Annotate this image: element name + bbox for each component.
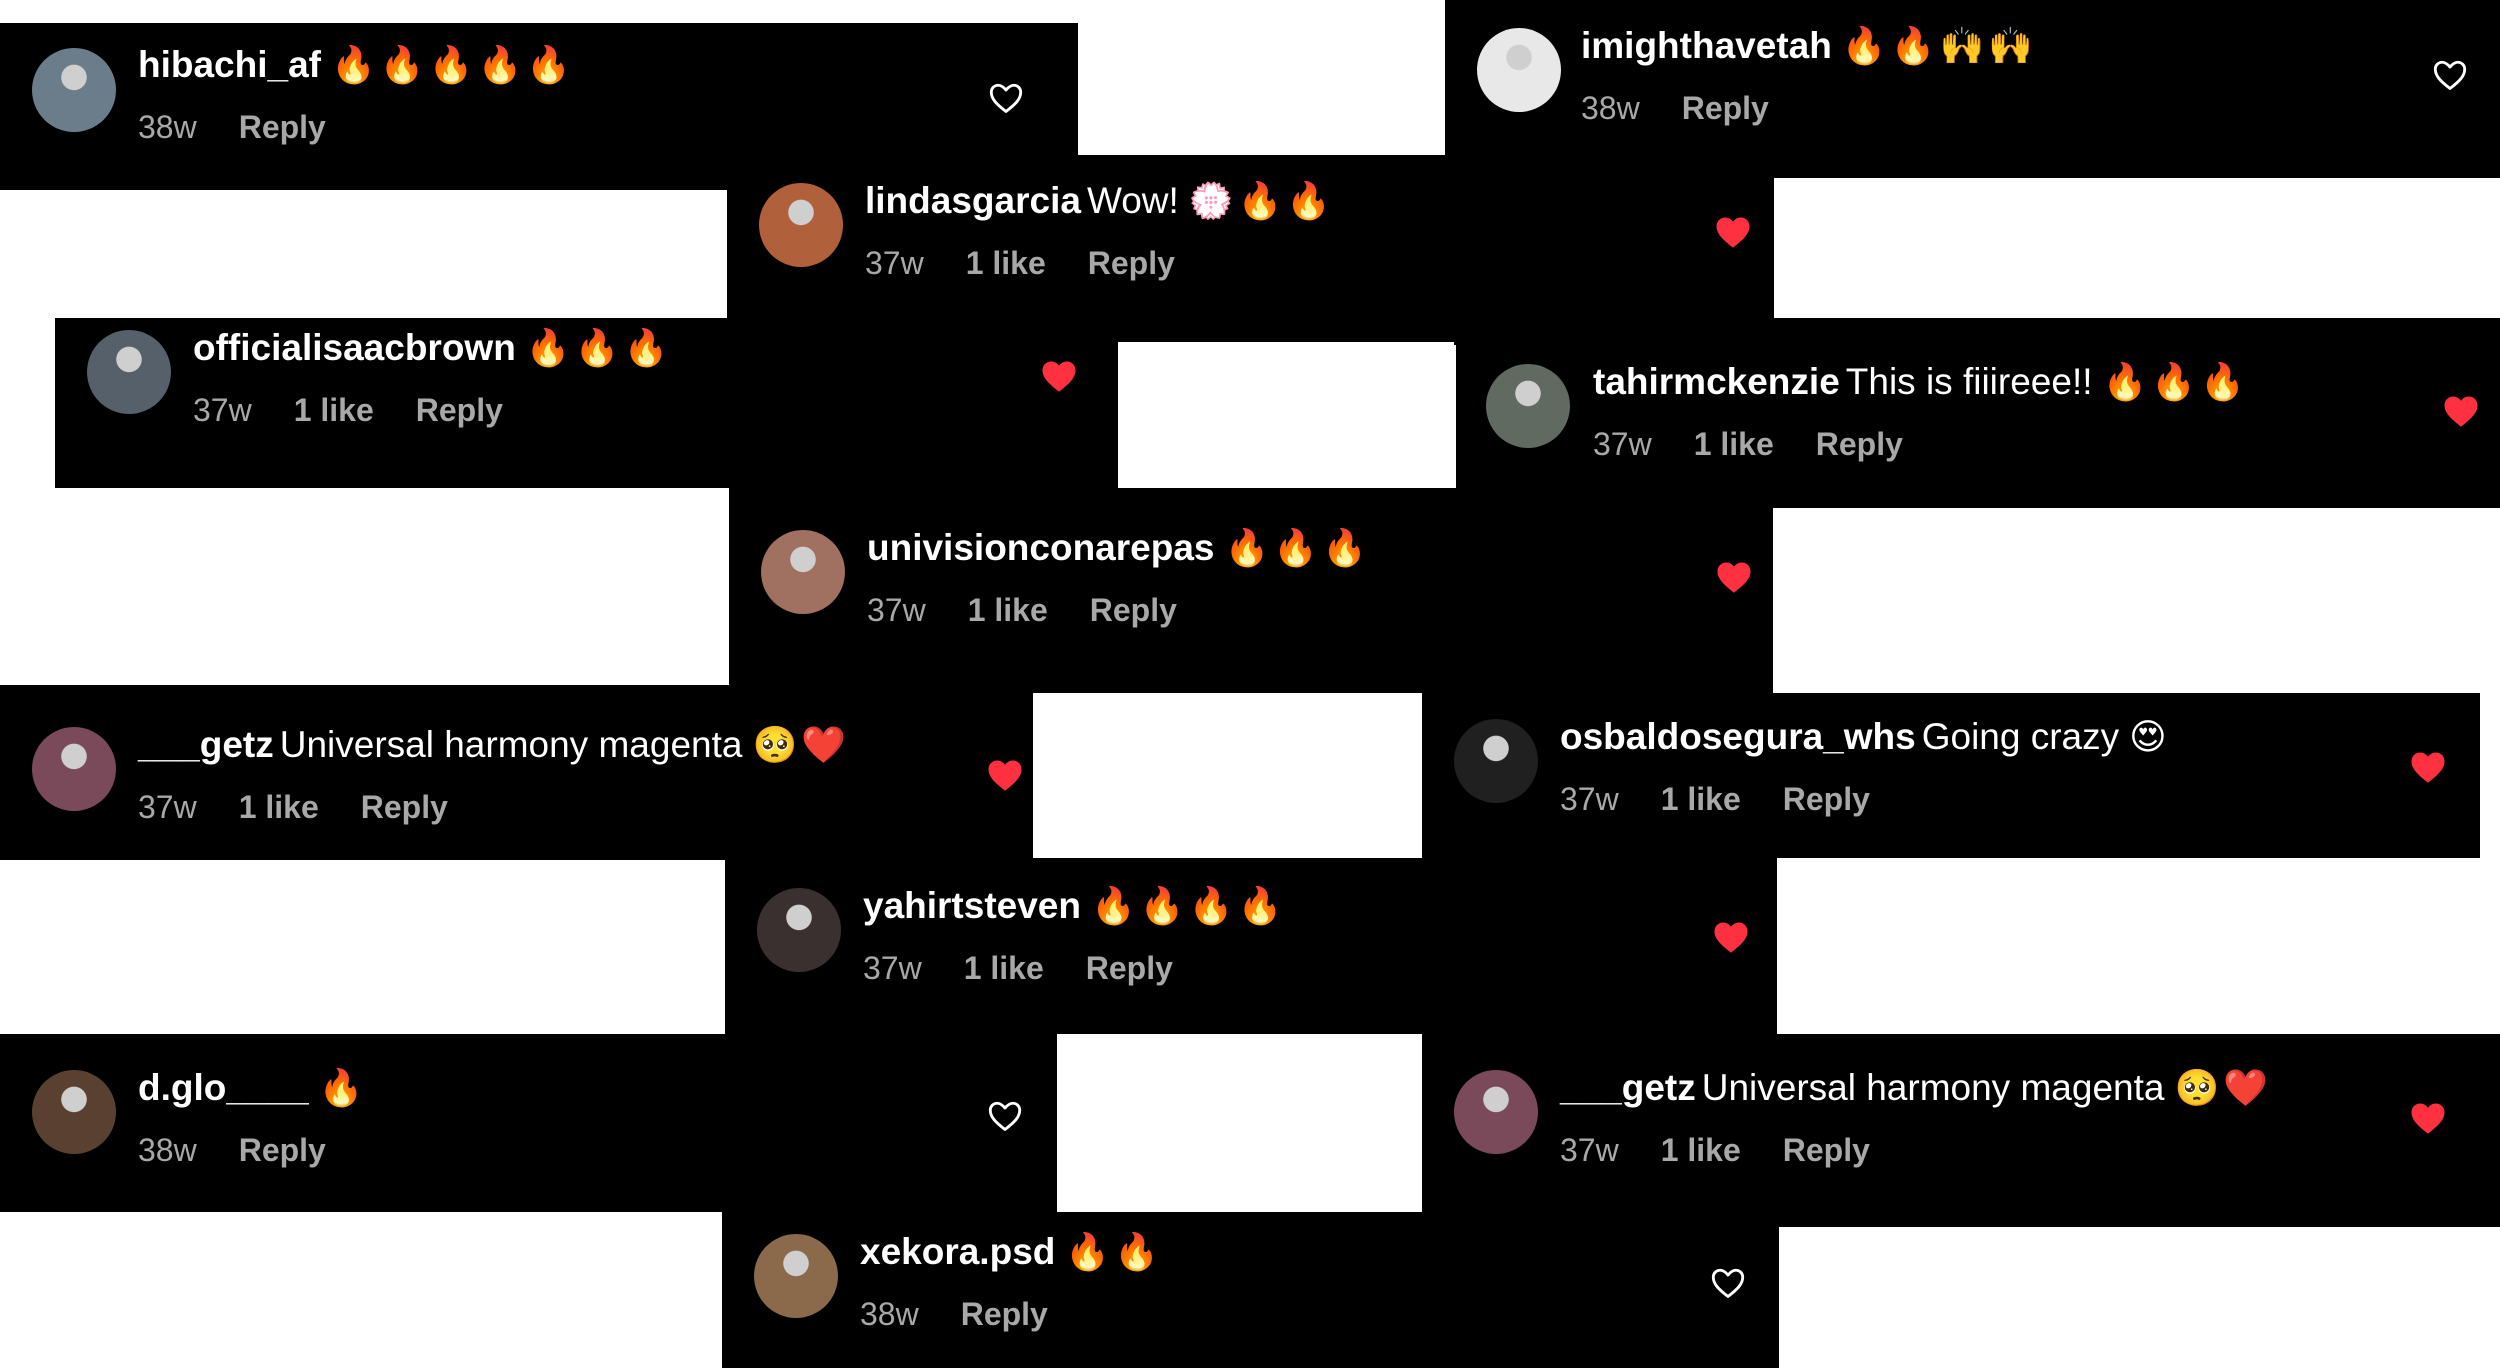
reply-button[interactable]: Reply [239, 1132, 326, 1168]
heart-filled-icon[interactable] [1715, 215, 1751, 249]
heart-filled-icon[interactable] [2410, 1101, 2446, 1135]
comment-username[interactable]: osbaldosegura_whs [1560, 716, 1916, 757]
comment-likes[interactable]: 1 like [239, 789, 319, 825]
white-block [1118, 342, 1454, 489]
reply-button[interactable]: Reply [1090, 592, 1177, 628]
reply-button[interactable]: Reply [1816, 426, 1903, 462]
comment-age: 38w [138, 1132, 197, 1168]
comment-username[interactable]: lindasgarcia [865, 180, 1081, 221]
avatar[interactable] [754, 1234, 838, 1318]
reply-button[interactable]: Reply [1086, 950, 1173, 986]
heart-outline-icon[interactable] [987, 1099, 1023, 1133]
comment-username[interactable]: imighthavetah [1581, 25, 1832, 66]
avatar[interactable] [32, 48, 116, 132]
comment-text: Universal harmony magenta [1701, 1067, 2165, 1108]
heart-filled-icon[interactable] [1041, 359, 1077, 393]
avatar[interactable] [32, 1070, 116, 1154]
heart-outline-icon[interactable] [988, 81, 1024, 115]
comment-card: ___getz Universal harmony magenta 🥺❤️ 37w 1… [0, 685, 1033, 860]
comment-username[interactable]: xekora.psd [860, 1231, 1055, 1272]
comment-text: Wow! [1086, 180, 1179, 221]
comment-emojis: 🔥🔥 [1065, 1231, 1164, 1272]
comment-text: Going crazy [1921, 716, 2120, 757]
comment-age: 38w [860, 1296, 919, 1332]
avatar[interactable] [759, 183, 843, 267]
comment-likes[interactable]: 1 like [964, 950, 1044, 986]
heart-outline-icon[interactable] [2432, 58, 2468, 92]
comment-card: d.glo____ 🔥 38w Reply [0, 1034, 1057, 1212]
comment-card: xekora.psd 🔥🔥 38w Reply [722, 1212, 1779, 1368]
comment-username[interactable]: d.glo____ [138, 1067, 309, 1108]
comment-age: 38w [1581, 90, 1640, 126]
comment-username[interactable]: yahirtsteven [863, 885, 1081, 926]
avatar[interactable] [1477, 28, 1561, 112]
comment-card: tahirmckenzie This is fiiireee!! 🔥🔥🔥 37w 1 … [1456, 318, 2500, 508]
comment-age: 37w [138, 789, 197, 825]
comment-emojis: 💮🔥🔥 [1188, 180, 1336, 221]
reply-button[interactable]: Reply [361, 789, 448, 825]
comment-username[interactable]: officialisaacbrown [193, 327, 516, 368]
heart-filled-icon[interactable] [987, 758, 1023, 792]
comment-card: officialisaacbrown 🔥🔥🔥 37w 1 like Reply [55, 318, 1120, 488]
comment-emojis: 🔥🔥🔥 [1224, 527, 1371, 568]
avatar[interactable] [761, 530, 845, 614]
reply-button[interactable]: Reply [961, 1296, 1048, 1332]
comment-likes[interactable]: 1 like [968, 592, 1048, 628]
comment-emojis: 🥺❤️ [752, 724, 851, 765]
comment-emojis: 😍 [2129, 716, 2171, 757]
comment-username[interactable]: hibachi_af [138, 44, 321, 85]
comment-card-fragment [1456, 508, 1773, 693]
heart-filled-icon[interactable] [2443, 394, 2479, 428]
heart-filled-icon[interactable] [1713, 920, 1749, 954]
white-block [1057, 1036, 1422, 1211]
reply-button[interactable]: Reply [416, 392, 503, 428]
comment-username[interactable]: univisionconarepas [867, 527, 1215, 568]
comment-emojis: 🔥🔥🔥 [2102, 361, 2249, 402]
avatar[interactable] [1486, 364, 1570, 448]
reply-button[interactable]: Reply [239, 109, 326, 145]
avatar[interactable] [87, 330, 171, 414]
comment-username[interactable]: ___getz [1560, 1067, 1696, 1108]
heart-filled-icon[interactable] [1716, 560, 1752, 594]
reply-button[interactable]: Reply [1682, 90, 1769, 126]
comment-age: 37w [863, 950, 922, 986]
avatar[interactable] [757, 888, 841, 972]
comment-card: osbaldosegura_whs Going crazy 😍 37w 1 like R… [1422, 693, 2480, 858]
comment-age: 37w [193, 392, 252, 428]
comment-card: ___getz Universal harmony magenta 🥺❤️ 37w 1… [1422, 1034, 2500, 1227]
reply-button[interactable]: Reply [1783, 781, 1870, 817]
comment-age: 37w [865, 245, 924, 281]
heart-filled-icon[interactable] [2410, 750, 2446, 784]
comment-emojis: 🔥 [318, 1067, 368, 1108]
avatar[interactable] [1454, 719, 1538, 803]
reply-button[interactable]: Reply [1783, 1132, 1870, 1168]
comment-username[interactable]: tahirmckenzie [1593, 361, 1840, 402]
reply-button[interactable]: Reply [1088, 245, 1175, 281]
comment-card: yahirtsteven 🔥🔥🔥🔥 37w 1 like Reply [725, 858, 1777, 1034]
avatar[interactable] [1454, 1070, 1538, 1154]
comment-emojis: 🔥🔥🙌🙌 [1841, 25, 2038, 66]
comment-likes[interactable]: 1 like [1661, 1132, 1741, 1168]
comment-text: Universal harmony magenta [279, 724, 743, 765]
comment-age: 37w [1593, 426, 1652, 462]
comment-emojis: 🥺❤️ [2174, 1067, 2273, 1108]
comment-card-fragment [1445, 178, 1773, 318]
comment-emojis: 🔥🔥🔥🔥 [1091, 885, 1287, 926]
comment-likes[interactable]: 1 like [966, 245, 1046, 281]
comment-likes[interactable]: 1 like [294, 392, 374, 428]
comment-text: This is fiiireee!! [1845, 361, 2093, 402]
comment-age: 37w [1560, 1132, 1619, 1168]
comment-age: 38w [138, 109, 197, 145]
comment-age: 37w [867, 592, 926, 628]
comment-emojis: 🔥🔥🔥🔥🔥 [331, 44, 576, 85]
comment-emojis: 🔥🔥🔥 [525, 327, 673, 368]
comment-likes[interactable]: 1 like [1694, 426, 1774, 462]
comment-age: 37w [1560, 781, 1619, 817]
heart-outline-icon[interactable] [1710, 1266, 1746, 1300]
comment-username[interactable]: ___getz [138, 724, 274, 765]
comment-card: imighthavetah 🔥🔥🙌🙌 38w Reply [1445, 0, 2500, 178]
comment-likes[interactable]: 1 like [1661, 781, 1741, 817]
avatar[interactable] [32, 727, 116, 811]
